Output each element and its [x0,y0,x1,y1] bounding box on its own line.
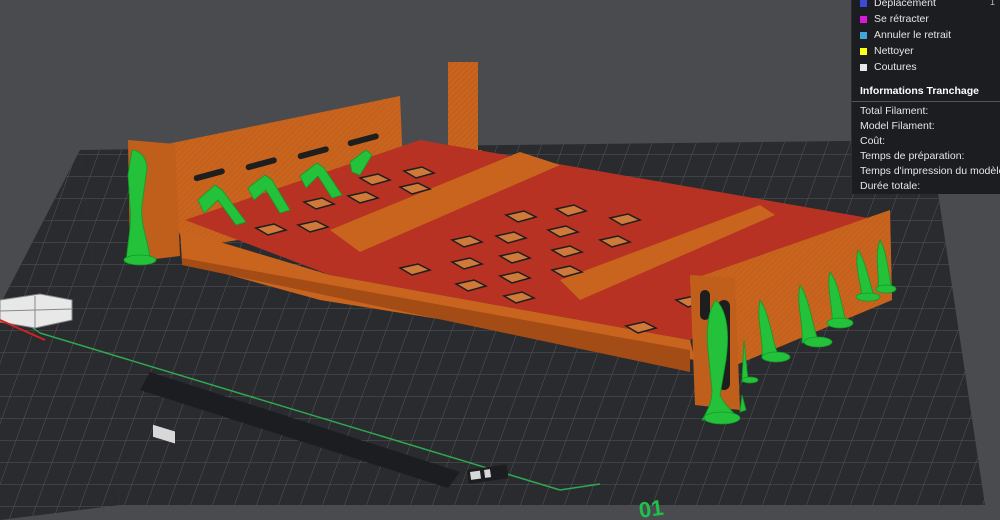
slice-info-title: Informations Tranchage [860,85,980,97]
legend-swatch [860,31,867,39]
3d-viewport[interactable]: 01 [0,0,1000,520]
legend-item-label: Coutures [874,61,917,73]
info-prepare-time: Temps de préparation: [860,150,965,162]
slice-info-header: Informations Tranchage [852,81,1000,102]
legend-item-label: Annuler le retrait [874,29,952,41]
legend-panel: Déplacement Se rétracter Annuler le retr… [851,0,1000,194]
info-total-time: Durée totale: [860,180,921,192]
legend-corner-value: 1 [990,0,996,7]
legend-swatch [860,47,867,55]
legend-swatch [860,0,867,7]
legend-swatch [860,63,867,71]
info-model-filament: Model Filament: [860,120,935,132]
legend-item-seams[interactable]: Coutures [860,60,917,74]
legend-item-wipe[interactable]: Nettoyer [860,44,914,58]
info-model-print-time: Temps d'impression du modèle: [860,165,1000,177]
info-total-filament: Total Filament: [860,105,929,117]
legend-item-label: Se rétracter [874,13,929,25]
legend-item-travel[interactable]: Déplacement [860,0,936,10]
legend-item-label: Nettoyer [874,45,914,57]
legend-swatch [860,15,867,23]
legend-item-deretract[interactable]: Annuler le retrait [860,28,951,42]
info-cost: Coût: [860,135,886,147]
plate-number: 01 [637,495,665,520]
legend-item-label: Déplacement [874,0,936,9]
legend-item-retract[interactable]: Se rétracter [860,12,929,26]
